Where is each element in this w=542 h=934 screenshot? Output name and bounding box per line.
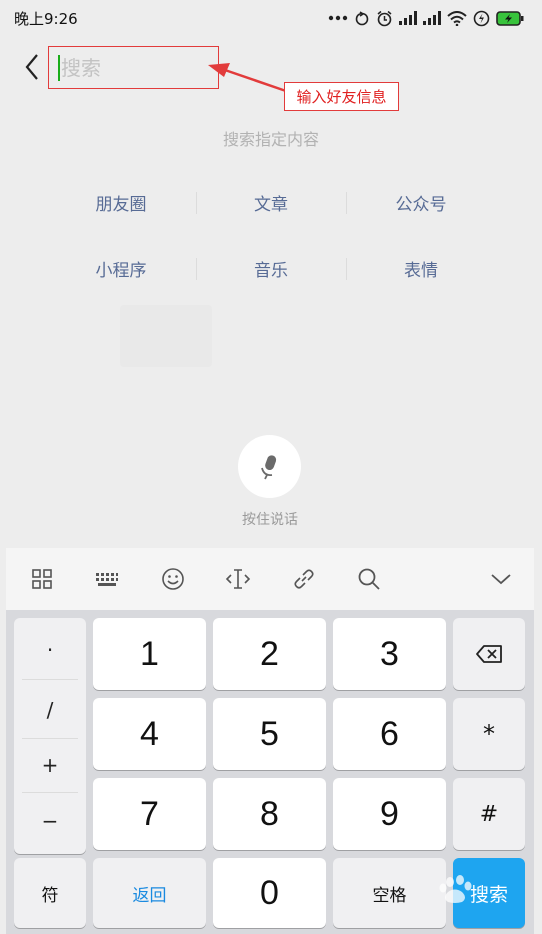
emoji-icon[interactable]	[158, 564, 188, 594]
key-1[interactable]: 1	[93, 618, 206, 690]
status-icons	[328, 10, 524, 27]
category-music[interactable]: 音乐	[196, 256, 346, 281]
key-8[interactable]: 8	[213, 778, 326, 850]
microphone-icon	[260, 454, 276, 479]
collapse-icon[interactable]	[486, 564, 516, 594]
backspace-icon	[476, 645, 502, 663]
cursor-icon[interactable]	[223, 564, 253, 594]
alarm-icon	[377, 10, 392, 26]
key-0[interactable]: 0	[213, 858, 326, 928]
category-row: 小程序 音乐 表情	[46, 248, 496, 288]
signal-icon	[399, 11, 417, 25]
symbol-key-slash[interactable]: /	[14, 684, 86, 736]
status-time: 晚上9:26	[14, 9, 78, 28]
key-5[interactable]: 5	[213, 698, 326, 770]
category-articles[interactable]: 文章	[196, 190, 346, 215]
grid-icon[interactable]	[27, 564, 57, 594]
search-icon[interactable]	[354, 564, 384, 594]
symbol-key-dot[interactable]: ·	[14, 624, 86, 676]
key-9[interactable]: 9	[333, 778, 446, 850]
more-dots-icon	[328, 15, 348, 21]
voice-button[interactable]	[238, 435, 301, 498]
wifi-icon	[447, 10, 467, 26]
return-key[interactable]: 返回	[93, 858, 206, 928]
search-input[interactable]	[61, 55, 201, 80]
keyboard-icon[interactable]	[92, 564, 122, 594]
power-saver-icon	[473, 10, 490, 26]
text-caret	[58, 54, 60, 81]
key-6[interactable]: 6	[333, 698, 446, 770]
back-button[interactable]	[18, 50, 46, 84]
key-2[interactable]: 2	[213, 618, 326, 690]
search-hint: 搜索指定内容	[222, 130, 319, 149]
backspace-key[interactable]	[453, 618, 525, 690]
key-7[interactable]: 7	[93, 778, 206, 850]
sync-icon	[355, 11, 369, 26]
link-icon[interactable]	[289, 564, 319, 594]
divider	[22, 792, 78, 793]
category-mini-programs[interactable]: 小程序	[46, 256, 196, 281]
category-row: 朋友圈 文章 公众号	[46, 182, 496, 222]
annotation-arrow-icon	[208, 63, 287, 93]
symbol-key-plus[interactable]: +	[14, 739, 86, 791]
annotation-label: 输入好友信息	[284, 82, 399, 111]
search-box[interactable]	[48, 46, 219, 89]
category-moments[interactable]: 朋友圈	[46, 190, 196, 215]
chevron-left-icon	[25, 54, 38, 80]
symbol-key-minus[interactable]: −	[14, 795, 86, 847]
divider	[22, 679, 78, 680]
category-official-accounts[interactable]: 公众号	[346, 190, 496, 215]
status-bar: 晚上9:26	[0, 0, 542, 36]
key-3[interactable]: 3	[333, 618, 446, 690]
category-stickers[interactable]: 表情	[346, 256, 496, 281]
key-4[interactable]: 4	[93, 698, 206, 770]
baidu-watermark-logo	[388, 868, 512, 914]
battery-icon	[496, 10, 524, 26]
voice-label: 按住说话	[242, 512, 298, 528]
placeholder-block	[120, 305, 212, 367]
category-grid: 朋友圈 文章 公众号 小程序 音乐 表情	[46, 182, 496, 314]
symbol-column: · / + −	[14, 618, 86, 854]
hash-key[interactable]: #	[453, 778, 525, 850]
signal-icon-2	[423, 11, 441, 25]
symbol-switch-key[interactable]: 符	[14, 858, 86, 928]
keyboard-toolbar	[6, 548, 534, 610]
star-key[interactable]: *	[453, 698, 525, 770]
